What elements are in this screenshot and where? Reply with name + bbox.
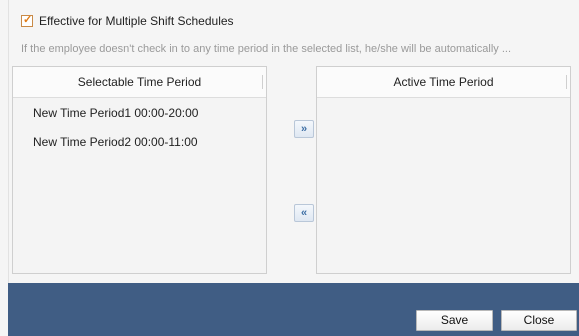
close-button[interactable]: Close xyxy=(501,310,577,331)
add-to-active-button[interactable]: » xyxy=(294,120,314,138)
active-list-header-label: Active Time Period xyxy=(393,75,494,89)
multiple-shift-label: Effective for Multiple Shift Schedules xyxy=(39,14,234,28)
double-chevron-right-icon: » xyxy=(300,122,308,135)
save-button[interactable]: Save xyxy=(416,310,493,331)
selectable-list-header-label: Selectable Time Period xyxy=(77,75,202,89)
list-item[interactable]: New Time Period2 00:00-11:00 xyxy=(13,128,266,157)
remove-from-active-button[interactable]: « xyxy=(294,204,314,222)
multiple-shift-checkbox[interactable]: ✓ xyxy=(21,14,33,27)
checkmark-icon: ✓ xyxy=(23,14,33,26)
selectable-time-period-list: Selectable Time Period New Time Period1 … xyxy=(12,66,267,274)
active-list-items xyxy=(317,98,570,99)
active-list-header: Active Time Period xyxy=(317,67,570,98)
column-resize-handle[interactable] xyxy=(262,75,263,89)
dialog-body: ✓ Effective for Multiple Shift Schedules… xyxy=(8,0,579,283)
multiple-shift-checkbox-row[interactable]: ✓ Effective for Multiple Shift Schedules xyxy=(21,13,234,29)
selectable-list-header: Selectable Time Period xyxy=(13,67,266,98)
column-resize-handle[interactable] xyxy=(566,75,567,89)
dialog-footer: Save Close xyxy=(8,283,579,336)
list-item[interactable]: New Time Period1 00:00-20:00 xyxy=(13,99,266,128)
active-time-period-list: Active Time Period xyxy=(316,66,571,274)
double-chevron-left-icon: « xyxy=(300,206,308,219)
auto-absence-hint: If the employee doesn't check in to any … xyxy=(21,43,512,55)
selectable-list-items: New Time Period1 00:00-20:00 New Time Pe… xyxy=(13,98,266,157)
